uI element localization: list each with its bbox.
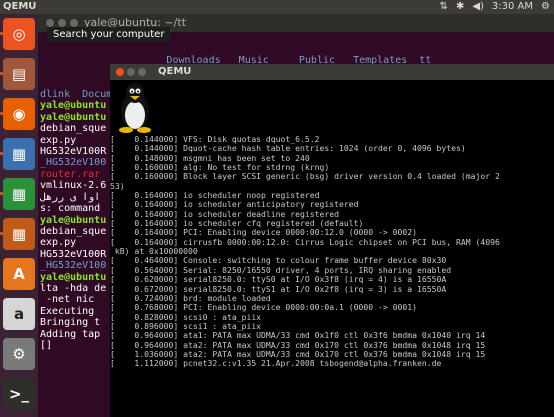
running-indicator bbox=[0, 152, 3, 155]
volume-icon[interactable]: ◀) bbox=[472, 0, 484, 14]
files-icon[interactable]: ▤ bbox=[3, 58, 35, 90]
clock[interactable]: 3:30 AM bbox=[492, 0, 533, 14]
minimize-button[interactable] bbox=[58, 19, 66, 27]
console-line: [ 0.160000] Block layer SCSI generic (bs… bbox=[110, 171, 500, 182]
running-indicator bbox=[0, 112, 3, 115]
qemu-console-output[interactable]: [ 0.144000] VFS: Disk quotas dquot_6.5.2… bbox=[110, 135, 554, 369]
running-indicator bbox=[0, 232, 3, 235]
amazon-icon[interactable]: a bbox=[3, 298, 35, 330]
tux-logo-icon bbox=[119, 83, 151, 133]
running-indicator bbox=[0, 72, 3, 75]
launcher: ◎ ▤ ◉ ▦ ▦ ▦ Aa ⚙ >_ bbox=[0, 14, 38, 417]
calc-icon[interactable]: ▦ bbox=[3, 178, 35, 210]
writer-icon[interactable]: ▦ bbox=[3, 138, 35, 170]
close-button[interactable] bbox=[46, 19, 54, 27]
qemu-title: QEMU bbox=[158, 66, 192, 77]
search-tooltip: Search your computer bbox=[47, 27, 171, 42]
maximize-button[interactable] bbox=[138, 68, 146, 76]
settings-icon[interactable]: ⚙ bbox=[3, 338, 35, 370]
running-indicator bbox=[0, 32, 3, 35]
terminal-icon[interactable]: >_ bbox=[3, 378, 35, 410]
active-app-title: QEMU bbox=[3, 1, 37, 12]
qemu-window[interactable]: QEMU [ 0.144000] VFS: Disk quotas dquot_… bbox=[110, 64, 554, 417]
qemu-titlebar[interactable]: QEMU bbox=[110, 64, 554, 80]
gear-icon[interactable]: ⚙ bbox=[541, 0, 550, 14]
minimize-button[interactable] bbox=[127, 68, 135, 76]
network-icon[interactable]: ⇅ bbox=[440, 0, 448, 14]
top-panel: QEMU ⇅ ✱ ◀) 3:30 AM ⚙ bbox=[0, 0, 554, 14]
bluetooth-icon[interactable]: ✱ bbox=[456, 0, 464, 14]
firefox-icon[interactable]: ◉ bbox=[3, 98, 35, 130]
system-tray[interactable]: ⇅ ✱ ◀) 3:30 AM ⚙ bbox=[440, 0, 550, 14]
impress-icon[interactable]: ▦ bbox=[3, 218, 35, 250]
maximize-button[interactable] bbox=[70, 19, 78, 27]
ubuntu-dash-icon[interactable]: ◎ bbox=[3, 18, 35, 50]
console-line: [ 1.112000] pcnet32.c:v1.35 21.Apr.2008 … bbox=[110, 358, 442, 369]
software-center-icon[interactable]: A bbox=[3, 258, 35, 290]
running-indicator bbox=[0, 192, 3, 195]
close-button[interactable] bbox=[116, 68, 124, 76]
